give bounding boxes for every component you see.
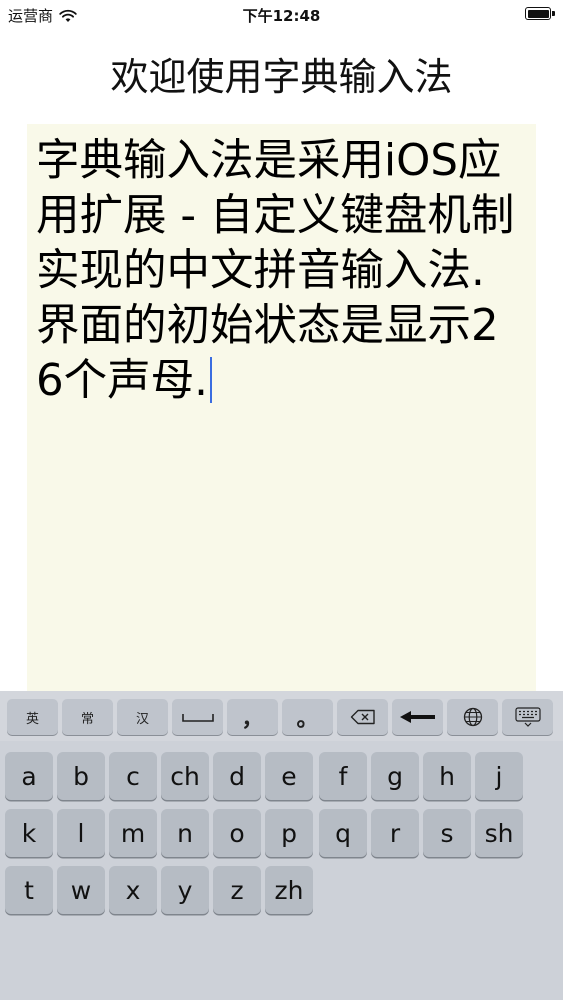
key-j[interactable]: j [475, 752, 523, 800]
globe-button[interactable] [447, 699, 498, 735]
keyboard-toolbar: 英 常 汉 ， 。 [0, 691, 563, 741]
english-mode-button[interactable]: 英 [7, 699, 58, 735]
editor-text: 字典输入法是采用iOS应用扩展 - 自定义键盘机制实现的中文拼音输入法. 界面的… [36, 136, 515, 406]
key-g[interactable]: g [371, 752, 419, 800]
comma-button[interactable]: ， [227, 699, 278, 735]
keyboard-dismiss-icon [514, 707, 541, 727]
key-a[interactable]: a [5, 752, 53, 800]
status-bar: 运营商 下午12:48 [0, 0, 563, 30]
space-bar-icon [181, 711, 215, 723]
key-sh[interactable]: sh [475, 809, 523, 857]
globe-icon [463, 707, 483, 727]
backspace-icon [350, 709, 376, 725]
key-x[interactable]: x [109, 866, 157, 914]
key-e[interactable]: e [265, 752, 313, 800]
key-s[interactable]: s [423, 809, 471, 857]
text-caret [210, 357, 212, 403]
return-arrow-icon [399, 710, 437, 724]
key-l[interactable]: l [57, 809, 105, 857]
key-y[interactable]: y [161, 866, 209, 914]
key-k[interactable]: k [5, 809, 53, 857]
space-button[interactable] [172, 699, 223, 735]
return-button[interactable] [392, 699, 443, 735]
key-m[interactable]: m [109, 809, 157, 857]
key-p[interactable]: p [265, 809, 313, 857]
key-o[interactable]: o [213, 809, 261, 857]
common-words-button[interactable]: 常 [62, 699, 113, 735]
key-f[interactable]: f [319, 752, 367, 800]
key-q[interactable]: q [319, 809, 367, 857]
key-n[interactable]: n [161, 809, 209, 857]
battery-fill [527, 9, 549, 18]
key-t[interactable]: t [5, 866, 53, 914]
key-c[interactable]: c [109, 752, 157, 800]
custom-keyboard: 英 常 汉 ， 。 a b c ch d e f g h j k l m n o… [0, 691, 563, 1000]
key-h[interactable]: h [423, 752, 471, 800]
battery-icon [525, 7, 555, 20]
period-button[interactable]: 。 [282, 699, 333, 735]
chinese-mode-button[interactable]: 汉 [117, 699, 168, 735]
page-title: 欢迎使用字典输入法 [110, 55, 453, 99]
key-r[interactable]: r [371, 809, 419, 857]
text-editor[interactable]: 字典输入法是采用iOS应用扩展 - 自定义键盘机制实现的中文拼音输入法. 界面的… [27, 124, 536, 704]
key-z[interactable]: z [213, 866, 261, 914]
key-w[interactable]: w [57, 866, 105, 914]
key-d[interactable]: d [213, 752, 261, 800]
key-b[interactable]: b [57, 752, 105, 800]
dismiss-keyboard-button[interactable] [502, 699, 553, 735]
key-zh[interactable]: zh [265, 866, 313, 914]
key-ch[interactable]: ch [161, 752, 209, 800]
backspace-button[interactable] [337, 699, 388, 735]
status-time: 下午12:48 [242, 7, 321, 25]
